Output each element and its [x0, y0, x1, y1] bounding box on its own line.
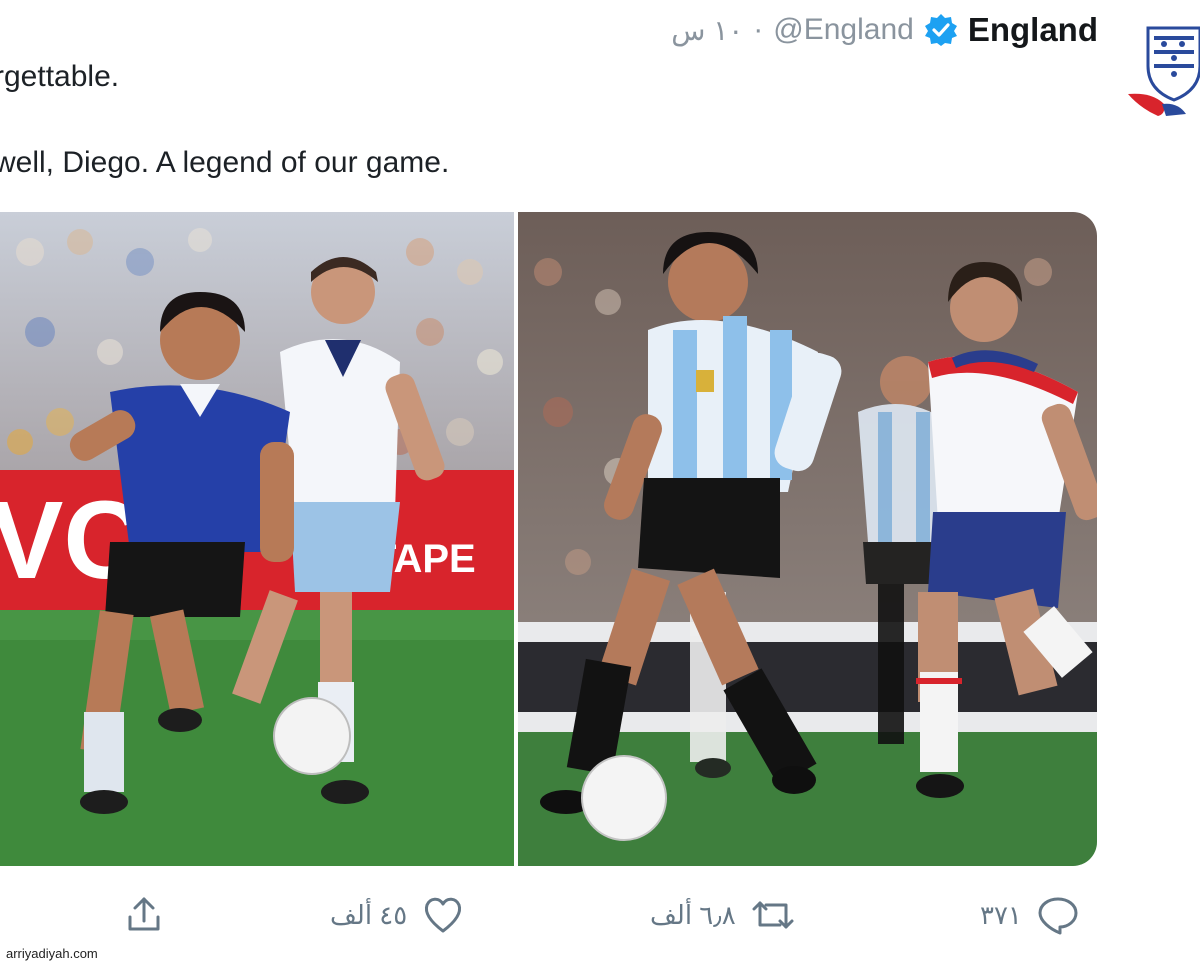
photo-right[interactable]	[518, 212, 1097, 866]
tweet-media-grid: VC TAPE	[0, 212, 1097, 866]
retweet-count: ٦٫٨ ألف	[650, 899, 736, 930]
tweet-author-row: ١٠ س · @England England	[671, 8, 1098, 52]
heart-icon	[425, 897, 462, 933]
tweet-timestamp[interactable]: ١٠ س	[671, 14, 743, 47]
tweet-text-line-2: well, Diego. A legend of our game.	[0, 146, 450, 179]
separator-dot: ·	[753, 13, 764, 46]
retweet-icon	[752, 901, 794, 929]
reply-count: ٣٧١	[980, 899, 1022, 930]
like-count: ٤٥ ألف	[330, 899, 408, 930]
retweet-button[interactable]: ٦٫٨ ألف	[650, 880, 796, 950]
share-icon	[128, 897, 160, 931]
author-handle[interactable]: @England	[773, 13, 914, 47]
tweet-text-line-1: rgettable.	[0, 60, 120, 93]
author-name[interactable]: England	[968, 11, 1098, 49]
avatar-england-crest[interactable]	[1122, 8, 1200, 118]
reply-button[interactable]: ٣٧١	[980, 880, 1080, 950]
verified-badge-icon	[924, 13, 958, 47]
source-watermark: arriyadiyah.com	[6, 946, 98, 961]
photo-left[interactable]: VC TAPE	[0, 212, 514, 866]
like-button[interactable]: ٤٥ ألف	[330, 880, 465, 950]
share-button[interactable]	[122, 880, 166, 950]
tweet-card[interactable]: ١٠ س · @England England rgettable. well,…	[0, 0, 1200, 964]
tweet-action-bar: ٤٥ ألف ٦٫٨ ألف ٣٧١	[0, 880, 1200, 950]
reply-bubble-icon	[1038, 897, 1078, 935]
